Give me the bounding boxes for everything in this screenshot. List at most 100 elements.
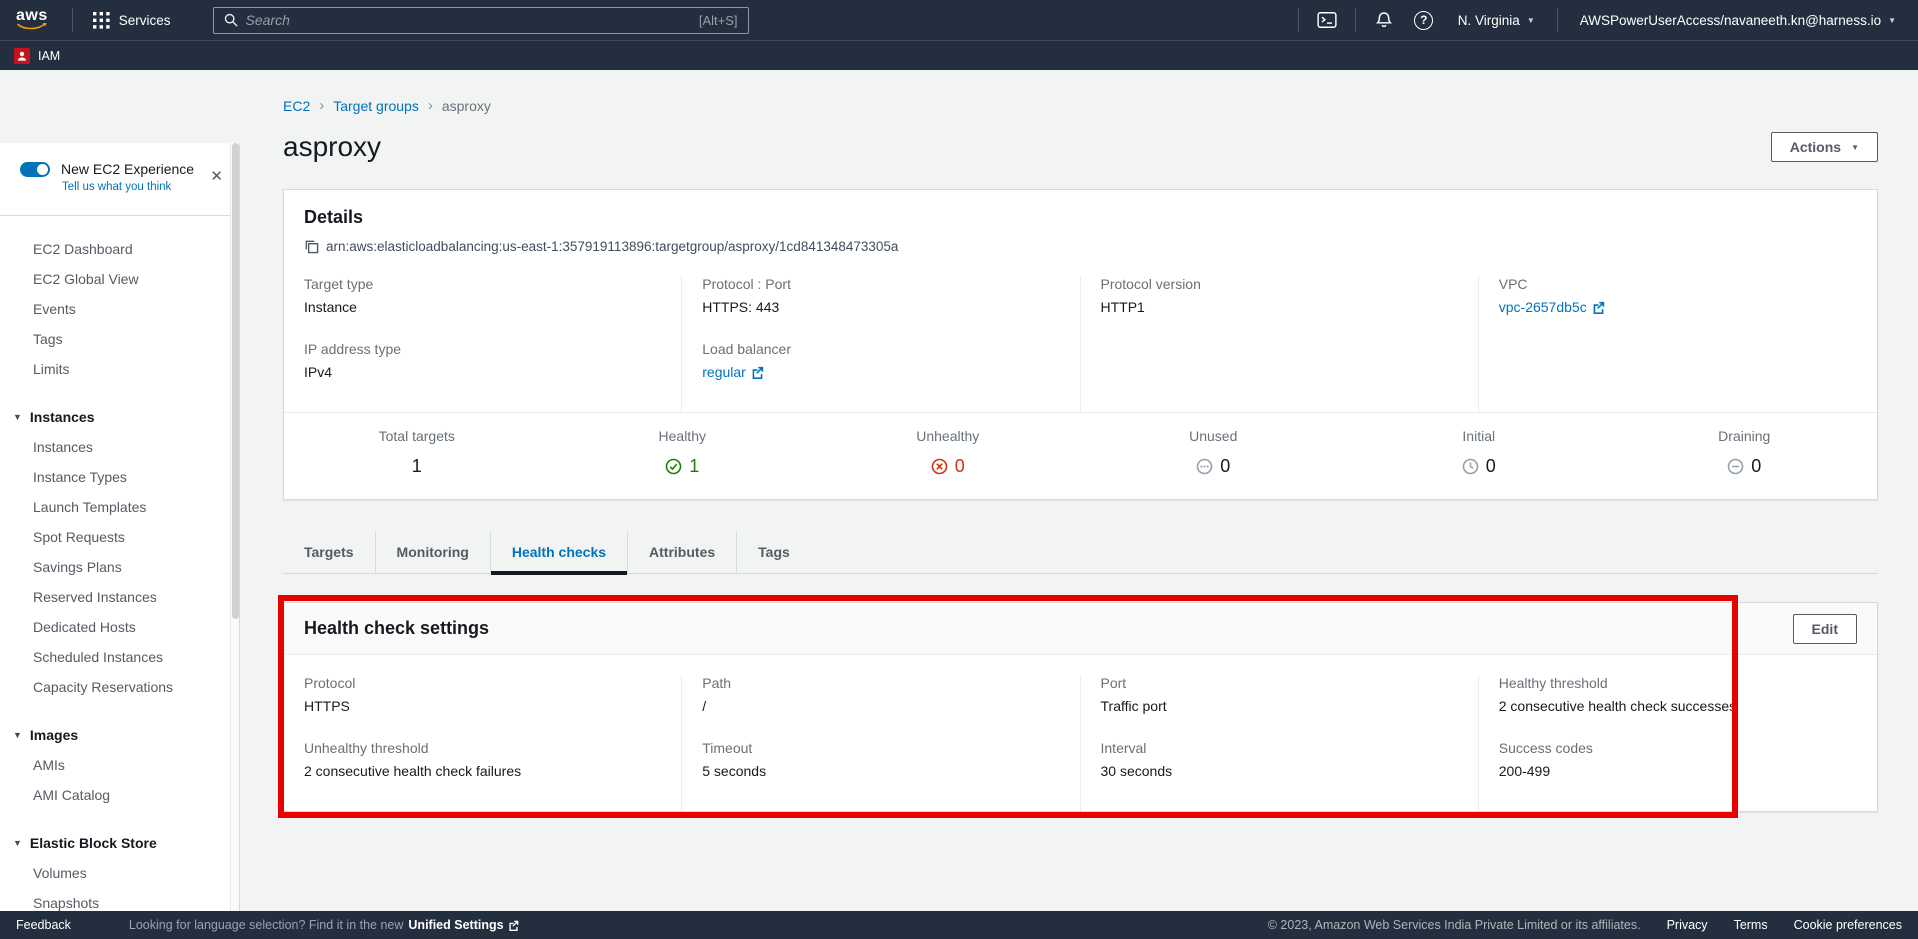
sidebar-item-reserved-instances[interactable]: Reserved Instances [0,582,239,612]
notifications-button[interactable] [1366,0,1402,40]
page-title: asproxy [283,131,381,163]
global-search-box[interactable]: [Alt+S] [213,7,749,34]
search-shortcut-hint: [Alt+S] [699,13,738,28]
field-label: Interval [1101,740,1458,756]
sidebar-scrollbar[interactable] [230,143,239,911]
field-label: Protocol [304,675,661,691]
sidebar-item-spot-requests[interactable]: Spot Requests [0,522,239,552]
sidebar-item-instances[interactable]: Instances [0,432,239,462]
sidebar-item-amis[interactable]: AMIs [0,750,239,780]
sidebar-item-ec2-dashboard[interactable]: EC2 Dashboard [0,234,239,264]
terms-link[interactable]: Terms [1734,918,1768,932]
region-selector[interactable]: N. Virginia ▼ [1446,0,1547,40]
tell-us-link[interactable]: Tell us what you think [62,181,221,193]
ip-address-type-value: IPv4 [304,364,661,380]
chevron-right-icon: › [428,97,433,114]
unified-settings-link[interactable]: Unified Settings [408,918,518,932]
favorites-bar: IAM [0,40,1918,70]
tab-bar: Targets Monitoring Health checks Attribu… [283,532,1878,574]
tab-tags[interactable]: Tags [736,532,811,573]
chevron-down-icon: ▼ [1527,16,1535,25]
tab-health-checks[interactable]: Health checks [490,532,627,573]
sidebar-nav-list: EC2 Dashboard EC2 Global View Events Tag… [0,216,239,911]
sidebar: New EC2 Experience Tell us what you thin… [0,70,240,911]
services-button[interactable]: Services [79,0,185,40]
new-experience-block: New EC2 Experience Tell us what you thin… [0,143,239,205]
protocol-port-value: HTTPS: 443 [702,299,1059,315]
sidebar-item-launch-templates[interactable]: Launch Templates [0,492,239,522]
edit-button[interactable]: Edit [1793,614,1857,644]
hc-timeout-value: 5 seconds [702,763,1059,779]
privacy-link[interactable]: Privacy [1667,918,1708,932]
hc-path-value: / [702,698,1059,714]
sidebar-item-volumes[interactable]: Volumes [0,858,239,888]
language-selection-note: Looking for language selection? Find it … [129,918,519,932]
services-label: Services [119,13,171,28]
sidebar-section-instances[interactable]: ▼Instances [0,402,239,432]
services-grid-icon [93,12,110,29]
field-label: Protocol : Port [702,276,1059,292]
bell-icon [1375,11,1393,29]
tab-attributes[interactable]: Attributes [627,532,736,573]
nav-divider [1355,8,1356,32]
help-button[interactable]: ? [1406,0,1442,40]
health-check-settings-heading: Health check settings [304,618,489,639]
sidebar-section-elastic-block-store[interactable]: ▼Elastic Block Store [0,828,239,858]
sidebar-item-dedicated-hosts[interactable]: Dedicated Hosts [0,612,239,642]
breadcrumb-ec2-link[interactable]: EC2 [283,98,310,114]
copy-icon[interactable] [304,239,319,254]
details-fields-grid: Target typeInstance IP address typeIPv4 … [284,276,1877,412]
cloudshell-terminal-icon [1317,11,1337,29]
healthy-check-icon [665,458,682,475]
sidebar-item-scheduled-instances[interactable]: Scheduled Instances [0,642,239,672]
scrollbar-thumb[interactable] [232,143,239,619]
tab-monitoring[interactable]: Monitoring [375,532,490,573]
sidebar-item-savings-plans[interactable]: Savings Plans [0,552,239,582]
new-experience-toggle[interactable] [20,162,50,177]
hc-unhealthy-threshold-value: 2 consecutive health check failures [304,763,661,779]
load-balancer-link[interactable]: regular [702,364,764,380]
field-label: Load balancer [702,341,1059,357]
favorite-iam-link[interactable]: IAM [38,49,60,63]
target-counts-row: Total targets 1 Healthy 1 Unhealthy 0 [284,412,1877,499]
iam-service-icon [14,48,30,64]
main-content: EC2 › Target groups › asproxy asproxy Ac… [240,70,1918,911]
sidebar-item-snapshots[interactable]: Snapshots [0,888,239,911]
tab-targets[interactable]: Targets [283,532,375,573]
field-label: Success codes [1499,740,1857,756]
health-check-settings-card: Health check settings Edit Protocol HTTPS… [283,602,1878,812]
aws-logo[interactable]: aws [16,9,48,31]
sidebar-item-instance-types[interactable]: Instance Types [0,462,239,492]
sidebar-item-tags[interactable]: Tags [0,324,239,354]
actions-button[interactable]: Actions ▼ [1771,132,1878,162]
copyright-text: © 2023, Amazon Web Services India Privat… [1268,918,1641,932]
feedback-link[interactable]: Feedback [16,918,71,932]
hc-protocol-value: HTTPS [304,698,661,714]
sidebar-item-ec2-global-view[interactable]: EC2 Global View [0,264,239,294]
field-label: Path [702,675,1059,691]
search-input[interactable] [246,12,691,28]
cookie-preferences-link[interactable]: Cookie preferences [1794,918,1902,932]
toggle-knob [37,164,48,175]
sidebar-item-events[interactable]: Events [0,294,239,324]
close-icon[interactable]: ✕ [210,167,223,185]
help-icon: ? [1414,11,1433,30]
initial-count: Initial 0 [1346,428,1612,477]
nav-divider [1298,8,1299,32]
account-menu[interactable]: AWSPowerUserAccess/navaneeth.kn@harness.… [1568,0,1908,40]
breadcrumb-target-groups-link[interactable]: Target groups [333,98,419,114]
sidebar-item-limits[interactable]: Limits [0,354,239,384]
hc-healthy-threshold-value: 2 consecutive health check successes [1499,698,1857,714]
chevron-down-icon: ▼ [1888,16,1896,25]
breadcrumb: EC2 › Target groups › asproxy [283,97,1878,114]
cloudshell-button[interactable] [1309,0,1345,40]
sidebar-item-ami-catalog[interactable]: AMI Catalog [0,780,239,810]
sidebar-section-images[interactable]: ▼Images [0,720,239,750]
target-type-value: Instance [304,299,661,315]
sidebar-item-capacity-reservations[interactable]: Capacity Reservations [0,672,239,702]
field-label: Timeout [702,740,1059,756]
vpc-link[interactable]: vpc-2657db5c [1499,299,1605,315]
chevron-down-icon: ▼ [13,838,22,848]
nav-divider [1557,8,1558,32]
field-label: Healthy threshold [1499,675,1857,691]
